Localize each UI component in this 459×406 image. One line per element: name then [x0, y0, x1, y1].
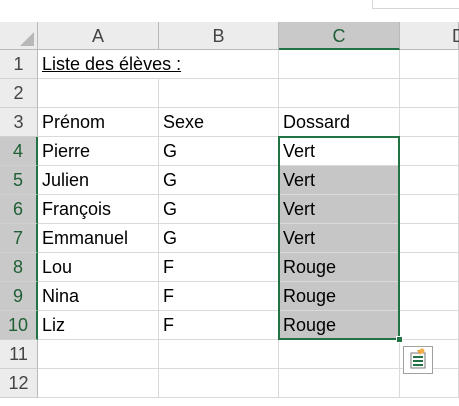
cell-c12[interactable] [279, 369, 400, 398]
table-cell-prenom[interactable]: Pierre [38, 137, 159, 166]
column-header-d[interactable]: D [400, 22, 459, 50]
row-header-2[interactable]: 2 [0, 79, 38, 108]
fill-handle[interactable] [396, 336, 403, 343]
header-prenom[interactable]: Prénom [38, 108, 159, 137]
quick-analysis-icon [410, 348, 426, 369]
row-header-4[interactable]: 4 [0, 137, 38, 166]
row-header-6[interactable]: 6 [0, 195, 38, 224]
cell-d4[interactable] [400, 137, 459, 166]
table-cell-prenom[interactable]: Julien [38, 166, 159, 195]
table-cell-dossard[interactable]: Rouge [279, 311, 400, 340]
row-header-5[interactable]: 5 [0, 166, 38, 195]
cell-d1[interactable] [400, 50, 459, 79]
cell-c2[interactable] [279, 79, 400, 108]
cell-b1[interactable] [159, 50, 279, 79]
cell-b2[interactable] [159, 79, 279, 108]
row-header-11[interactable]: 11 [0, 340, 38, 369]
cell-a12[interactable] [38, 369, 159, 398]
table-cell-sexe[interactable]: G [159, 224, 279, 253]
table-cell-dossard[interactable]: Vert [279, 166, 400, 195]
cell-d10[interactable] [400, 311, 459, 340]
cell-a11[interactable] [38, 340, 159, 369]
cell-d8[interactable] [400, 253, 459, 282]
table-cell-dossard[interactable]: Vert [279, 224, 400, 253]
cell-d9[interactable] [400, 282, 459, 311]
select-all-button[interactable] [0, 22, 38, 50]
cell-c1[interactable] [279, 50, 400, 79]
cell-d7[interactable] [400, 224, 459, 253]
table-cell-dossard[interactable]: Rouge [279, 282, 400, 311]
table-cell-sexe[interactable]: G [159, 195, 279, 224]
table-cell-prenom[interactable]: François [38, 195, 159, 224]
cell-b11[interactable] [159, 340, 279, 369]
row-header-1[interactable]: 1 [0, 50, 38, 79]
table-cell-sexe[interactable]: G [159, 166, 279, 195]
row-header-9[interactable]: 9 [0, 282, 38, 311]
table-cell-sexe[interactable]: G [159, 137, 279, 166]
cell-d5[interactable] [400, 166, 459, 195]
column-header-a[interactable]: A [38, 22, 159, 50]
cell-d3[interactable] [400, 108, 459, 137]
row-header-12[interactable]: 12 [0, 369, 38, 398]
table-cell-dossard-active[interactable]: Vert [279, 137, 400, 166]
table-cell-prenom[interactable]: Lou [38, 253, 159, 282]
select-all-triangle-icon [20, 32, 34, 46]
header-dossard[interactable]: Dossard [279, 108, 400, 137]
spreadsheet-grid[interactable]: A B C D 1 2 3 4 5 6 7 8 9 10 11 12 Liste… [0, 0, 459, 406]
column-header-c[interactable]: C [279, 22, 400, 50]
cell-a2[interactable] [38, 79, 159, 108]
row-header-10[interactable]: 10 [0, 311, 38, 340]
column-header-b[interactable]: B [159, 22, 279, 50]
cell-b12[interactable] [159, 369, 279, 398]
table-cell-dossard[interactable]: Vert [279, 195, 400, 224]
table-cell-prenom[interactable]: Emmanuel [38, 224, 159, 253]
row-header-8[interactable]: 8 [0, 253, 38, 282]
name-box-edge [372, 0, 459, 9]
quick-analysis-button[interactable] [403, 346, 433, 374]
table-cell-dossard[interactable]: Rouge [279, 253, 400, 282]
row-header-7[interactable]: 7 [0, 224, 38, 253]
table-cell-prenom[interactable]: Nina [38, 282, 159, 311]
cell-d2[interactable] [400, 79, 459, 108]
table-cell-prenom[interactable]: Liz [38, 311, 159, 340]
table-cell-sexe[interactable]: F [159, 282, 279, 311]
cell-a1[interactable]: Liste des élèves : [38, 50, 181, 79]
row-header-3[interactable]: 3 [0, 108, 38, 137]
cell-c11[interactable] [279, 340, 400, 369]
cell-d6[interactable] [400, 195, 459, 224]
table-cell-sexe[interactable]: F [159, 311, 279, 340]
table-cell-sexe[interactable]: F [159, 253, 279, 282]
header-sexe[interactable]: Sexe [159, 108, 279, 137]
